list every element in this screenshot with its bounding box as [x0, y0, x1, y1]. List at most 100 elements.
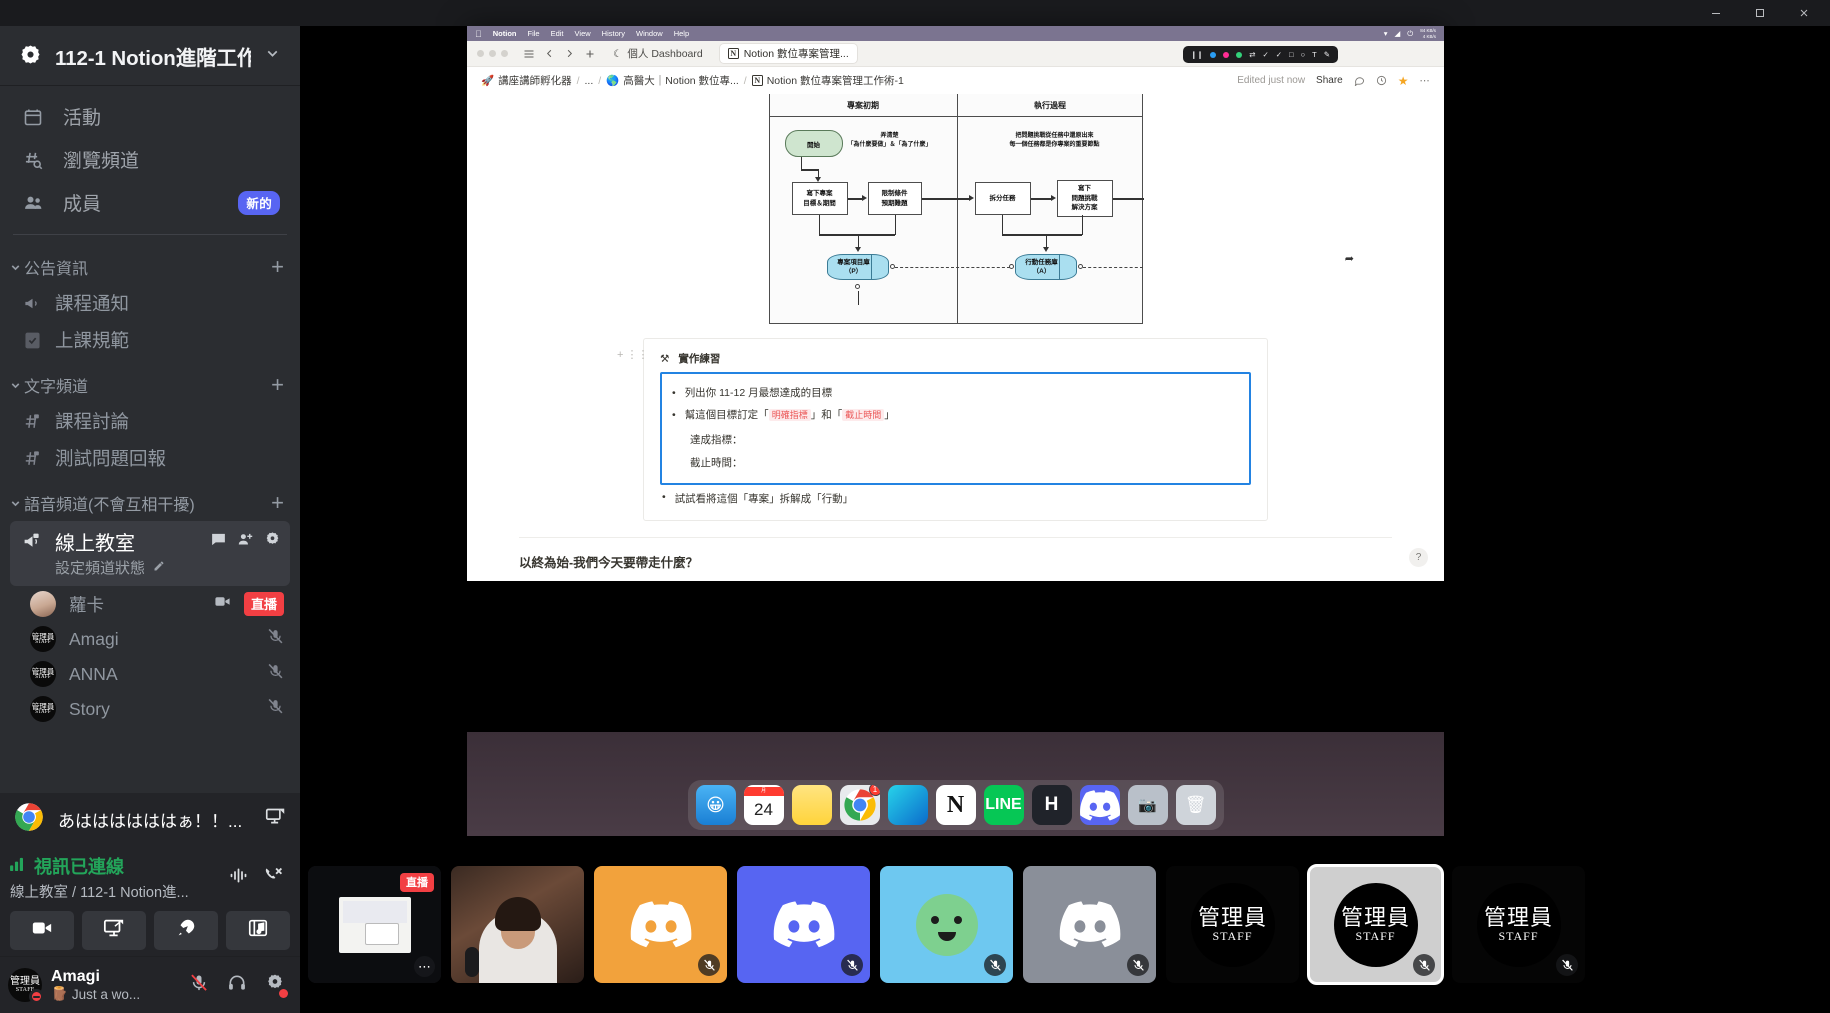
tile-avatar-user[interactable] — [880, 866, 1013, 983]
tile-camera-presenter[interactable] — [451, 866, 584, 983]
toggle-mute-button[interactable] — [182, 968, 216, 1002]
clock-icon[interactable] — [1376, 75, 1387, 86]
list-item[interactable]: • 幫這個目標訂定「 明確指標 」和「 截止時間」 — [672, 404, 1239, 426]
sidebar-toggle-icon[interactable] — [523, 48, 535, 60]
minimize-traffic-light[interactable] — [489, 50, 496, 57]
forward-arrow-icon[interactable] — [564, 48, 575, 59]
category-voice-channels[interactable]: 語音頻道(不會互相干擾) + — [0, 477, 300, 520]
user-info[interactable]: Amagi 🪵 Just a wo... — [51, 968, 173, 1002]
breadcrumb-item-2[interactable]: 🌎 高醫大｜Notion 數位專... — [606, 73, 739, 88]
tab-personal-dashboard[interactable]: ☾ 個人 Dashboard — [605, 44, 711, 63]
dock-chrome-icon[interactable]: 1 — [839, 785, 880, 825]
voice-member-amagi[interactable]: 管理員 STAFF Amagi — [24, 622, 290, 656]
open-chat-icon[interactable] — [210, 531, 227, 553]
activity-status-bar[interactable]: あははははははぁ！！... — [0, 793, 300, 845]
sidebar-item-events[interactable]: 活動 — [10, 95, 290, 138]
voice-member-luka[interactable]: 蘿卡 直播 — [24, 587, 290, 621]
participant-thumbnail-strip[interactable]: 直播 ⋯ 管理員 STAFF 管理員 STAFF 管理員 STAFF — [300, 836, 1830, 1013]
color-blue-dot[interactable] — [1210, 51, 1217, 58]
voice-member-story[interactable]: 管理員 STAFF Story — [24, 692, 290, 726]
annotation-toolbar[interactable]: ❙❙ ⇄ ✓ ✓ □ ○ T ✎ — [1182, 46, 1338, 63]
category-announcements[interactable]: 公告資訊 + — [0, 241, 300, 284]
dock-hey-icon[interactable]: H — [1031, 785, 1072, 825]
menu-edit[interactable]: Edit — [551, 29, 564, 38]
breadcrumb-item-1[interactable]: ... — [585, 75, 594, 87]
voice-channel-active[interactable]: 線上教室 設定頻道狀態 — [10, 521, 290, 586]
breadcrumb-item-0[interactable]: 🚀 講座講師孵化器 — [481, 73, 572, 88]
sound-settings-icon[interactable] — [228, 865, 249, 891]
channel-course-notice[interactable]: 課程通知 — [10, 285, 290, 321]
menubar-wifi-icon[interactable]: ◢ — [1395, 29, 1401, 38]
voice-member-anna[interactable]: 管理員 STAFF ANNA — [24, 657, 290, 691]
dock-discord-icon[interactable] — [1079, 785, 1120, 825]
rectangle-icon[interactable]: □ — [1289, 50, 1294, 59]
menu-file[interactable]: File — [528, 29, 540, 38]
add-block-icon[interactable]: + — [617, 349, 623, 361]
zoom-traffic-light[interactable] — [501, 50, 508, 57]
menubar-control-center-icon[interactable]: ▾ — [1384, 29, 1388, 38]
comment-icon[interactable] — [1354, 75, 1365, 86]
dock-edge-icon[interactable] — [887, 785, 928, 825]
check-icon[interactable]: ✓ — [1262, 50, 1268, 59]
dock-trash-icon[interactable]: 🗑 — [1175, 785, 1216, 825]
tile-screen-share[interactable]: 直播 ⋯ — [308, 866, 441, 983]
sidebar-item-browse-channels[interactable]: 瀏覽頻道 — [10, 138, 290, 181]
channel-class-rules[interactable]: 上課規範 — [10, 322, 290, 358]
more-icon[interactable]: ⋯ — [414, 956, 435, 977]
add-channel-icon[interactable]: + — [269, 492, 286, 514]
star-icon[interactable]: ★ — [1398, 74, 1409, 88]
color-pink-dot[interactable] — [1223, 51, 1230, 58]
soundboard-button[interactable] — [226, 911, 290, 950]
block-handles[interactable]: + ⋮⋮ — [617, 348, 648, 362]
menu-help[interactable]: Help — [674, 29, 689, 38]
disconnect-call-icon[interactable] — [263, 865, 284, 891]
tile-discord-user[interactable] — [1023, 866, 1156, 983]
selected-block-region[interactable]: • 列出你 11-12 月最想達成的目標 • 幫這個目標訂定「 明確指標 」和「 截止… — [660, 372, 1251, 485]
sidebar-item-members[interactable]: 成員 新的 — [10, 181, 290, 224]
color-green-dot[interactable] — [1236, 51, 1243, 58]
window-traffic-lights[interactable] — [477, 50, 514, 57]
add-channel-icon[interactable]: + — [269, 256, 286, 278]
category-text-channels[interactable]: 文字頻道 + — [0, 359, 300, 402]
dock-notes-icon[interactable] — [791, 785, 832, 825]
field-label-deadline[interactable]: 截止時間： — [672, 450, 1239, 473]
help-button[interactable]: ? — [1409, 548, 1428, 567]
close-traffic-light[interactable] — [477, 50, 484, 57]
minimize-button[interactable] — [1694, 0, 1738, 26]
channel-course-discussion[interactable]: 課程討論 — [10, 403, 290, 439]
menu-window[interactable]: Window — [636, 29, 663, 38]
tile-staff-user[interactable]: 管理員 STAFF — [1166, 866, 1299, 983]
screen-share-viewport[interactable]:  Notion File Edit View History Window H… — [300, 26, 1830, 836]
share-screen-button[interactable] — [82, 911, 146, 950]
tile-discord-user[interactable] — [594, 866, 727, 983]
dock-finder-icon[interactable]: 😀 — [695, 785, 736, 825]
dock-line-icon[interactable]: LINE — [983, 785, 1024, 825]
add-channel-icon[interactable]: + — [269, 374, 286, 396]
checkmark-icon[interactable]: ✓ — [1276, 50, 1282, 59]
share-button[interactable]: Share — [1316, 75, 1343, 86]
back-arrow-icon[interactable] — [544, 48, 555, 59]
pause-icon[interactable]: ❙❙ — [1191, 50, 1204, 59]
tab-notion-project-management[interactable]: N Notion 數位專案管理... — [719, 44, 857, 63]
start-activity-button[interactable] — [154, 911, 218, 950]
circle-icon[interactable]: ○ — [1301, 50, 1306, 59]
avatar[interactable]: 管理員 STAFF — [8, 968, 44, 1004]
maximize-button[interactable] — [1738, 0, 1782, 26]
field-label-metric[interactable]: 達成指標： — [672, 427, 1239, 450]
invite-member-icon[interactable] — [237, 531, 254, 553]
channel-settings-gear-icon[interactable] — [264, 531, 281, 553]
menu-history[interactable]: History — [602, 29, 625, 38]
chevron-down-icon[interactable] — [264, 45, 281, 67]
tile-staff-user-selected[interactable]: 管理員 STAFF — [1307, 864, 1444, 985]
list-item[interactable]: • 列出你 11-12 月最想達成的目標 — [672, 382, 1239, 404]
toggle-camera-button[interactable] — [10, 911, 74, 950]
tile-staff-user[interactable]: 管理員 STAFF — [1452, 866, 1585, 983]
menu-app-name[interactable]: Notion — [493, 29, 517, 38]
channel-test-report[interactable]: 測試問題回報 — [10, 440, 290, 476]
menu-view[interactable]: View — [575, 29, 591, 38]
pen-icon[interactable]: ✎ — [1324, 50, 1330, 59]
tile-discord-user[interactable] — [737, 866, 870, 983]
dock-notion-icon[interactable]: N — [935, 785, 976, 825]
toggle-deafen-button[interactable] — [220, 968, 254, 1002]
channel-status-setter[interactable]: 設定頻道狀態 — [19, 557, 281, 578]
